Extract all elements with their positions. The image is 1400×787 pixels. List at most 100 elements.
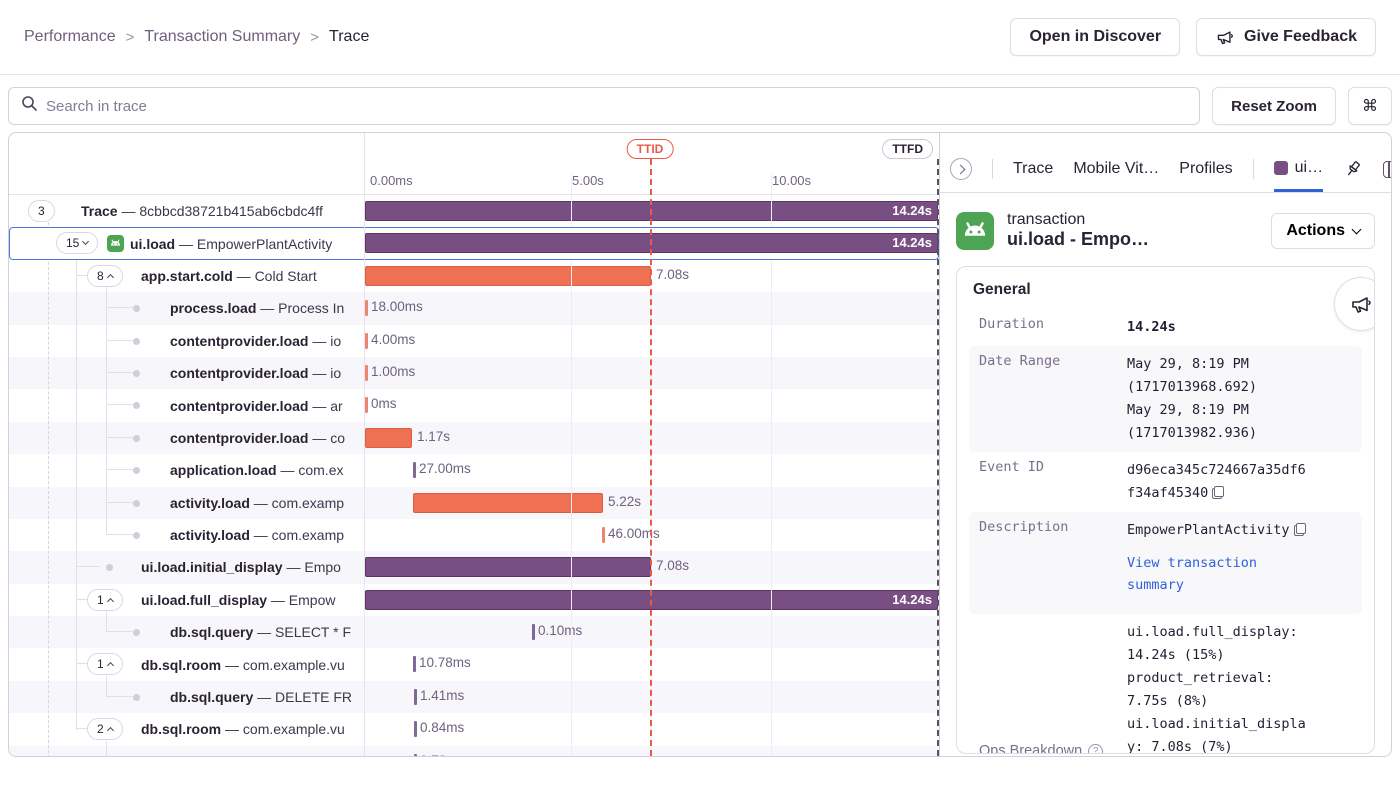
detail-value-line: y: 7.08s (7%) <box>1127 736 1354 754</box>
divider <box>1253 159 1254 179</box>
trace-row[interactable]: application.load — com.ex27.00ms <box>9 454 939 486</box>
span-tick[interactable] <box>365 397 368 413</box>
ttid-badge[interactable]: TTID <box>627 139 674 159</box>
help-icon[interactable]: ? <box>1088 744 1103 755</box>
span-count-badge[interactable]: 2 <box>87 718 123 740</box>
copy-icon[interactable] <box>1294 523 1306 536</box>
span-tick[interactable] <box>532 624 535 640</box>
timeline-gridline <box>771 173 772 756</box>
android-icon <box>956 212 994 250</box>
trace-row[interactable]: process.load — Process In18.00ms <box>9 292 939 324</box>
trace-row[interactable]: 15ui.load — EmpowerPlantActivity14.24s <box>9 227 939 259</box>
waterfall-header: 0.00ms5.00s10.00s <box>9 133 939 195</box>
topbar: Performance>Transaction Summary>Trace Op… <box>0 0 1400 75</box>
detail-row: Ops Breakdown?ui.load.full_display:14.24… <box>969 614 1362 754</box>
trace-row[interactable]: contentprovider.load — io1.00ms <box>9 357 939 389</box>
span-count-badge[interactable]: 1 <box>87 589 123 611</box>
actions-button[interactable]: Actions <box>1271 213 1375 249</box>
tree-connector <box>106 611 107 632</box>
trace-row[interactable]: activity.load — com.examp46.00ms <box>9 519 939 551</box>
trace-row[interactable]: 8app.start.cold — Cold Start7.08s <box>9 260 939 292</box>
trace-row[interactable]: db.sql.query — DELETE FR1.41ms <box>9 681 939 713</box>
trace-row[interactable]: 1db.sql.room — com.example.vu10.78ms <box>9 648 939 680</box>
detail-label: Ops Breakdown? <box>979 743 1127 754</box>
search-input[interactable] <box>46 98 1187 115</box>
trace-row[interactable]: activity.load — com.examp5.22s <box>9 487 939 519</box>
expand-panel-icon[interactable] <box>950 158 972 180</box>
transaction-titles: transaction ui.load - Empo… <box>1007 211 1258 250</box>
trace-row[interactable]: ui.load.initial_display — Empo7.08s <box>9 551 939 583</box>
tree-connector <box>106 307 133 308</box>
span-count-badge[interactable]: 3 <box>28 200 55 222</box>
span-duration-label: 27.00ms <box>419 461 471 476</box>
span-tick[interactable] <box>414 689 417 705</box>
breadcrumb-separator: > <box>126 29 135 46</box>
span-bar[interactable] <box>413 493 603 513</box>
span-duration-label: 1.17s <box>417 429 450 444</box>
chevron-down-icon <box>82 238 89 245</box>
span-tick[interactable] <box>414 754 417 756</box>
give-feedback-button[interactable]: Give Feedback <box>1196 18 1376 56</box>
detail-label: Duration <box>979 316 1127 339</box>
ttfd-marker-line <box>937 159 939 756</box>
breadcrumb: Performance>Transaction Summary>Trace <box>24 28 369 46</box>
detail-value-line: May 29, 8:19 PM <box>1127 353 1354 376</box>
span-count-badge[interactable]: 1 <box>87 653 123 675</box>
chevron-up-icon <box>107 662 114 669</box>
span-tick[interactable] <box>413 656 416 672</box>
trace-row[interactable]: db.sql.query — SELECT * F0.10ms <box>9 616 939 648</box>
span-tree-cell: ui.load.initial_display — Empo <box>9 551 364 583</box>
span-bar[interactable] <box>365 428 412 448</box>
trace-waterfall: 0.00ms5.00s10.00s 3 Trace — 8cbbcd38721b4… <box>9 133 939 756</box>
transaction-title: ui.load - Empo… <box>1007 229 1258 250</box>
tree-connector <box>106 287 107 535</box>
tab-profiles[interactable]: Profiles <box>1179 160 1232 178</box>
span-tick[interactable] <box>413 462 416 478</box>
view-transaction-summary-link[interactable]: View transactionsummary <box>1127 552 1354 598</box>
detail-value-line: EmpowerPlantActivity <box>1127 519 1354 542</box>
span-tick[interactable] <box>365 300 368 316</box>
trace-row[interactable]: db.sql.query — INSERT OR0.78ms <box>9 746 939 756</box>
copy-icon[interactable] <box>1212 486 1224 499</box>
ttfd-badge[interactable]: TTFD <box>882 139 933 159</box>
detail-value-line: f34af45340 <box>1127 482 1354 505</box>
open-in-discover-button[interactable]: Open in Discover <box>1010 18 1180 56</box>
tab-mobilevit[interactable]: Mobile Vit… <box>1073 160 1159 178</box>
breadcrumb-item[interactable]: Transaction Summary <box>144 28 300 46</box>
span-label: ui.load — EmpowerPlantActivity <box>130 236 332 252</box>
pin-icon[interactable] <box>1343 159 1363 179</box>
span-tree-dot <box>133 694 140 701</box>
detail-value-line: 7.75s (8%) <box>1127 690 1354 713</box>
details-panel: Trace Mobile Vit… Profiles ui… transaction … <box>939 133 1391 756</box>
shortcut-button[interactable]: ⌘ <box>1348 87 1392 125</box>
span-tick[interactable] <box>365 333 368 349</box>
span-duration-label: 0.78ms <box>420 753 464 756</box>
span-tree-cell: activity.load — com.examp <box>9 519 364 551</box>
reset-zoom-button[interactable]: Reset Zoom <box>1212 87 1336 125</box>
trace-row[interactable]: 1ui.load.full_display — Empow14.24s <box>9 584 939 616</box>
span-tick[interactable] <box>414 721 417 737</box>
span-count-badge[interactable]: 8 <box>87 265 123 287</box>
span-bar[interactable] <box>365 266 651 286</box>
tab-trace[interactable]: Trace <box>1013 160 1053 178</box>
trace-row[interactable]: contentprovider.load — co1.17s <box>9 422 939 454</box>
trace-row[interactable]: contentprovider.load — ar0ms <box>9 389 939 421</box>
detail-row: Date RangeMay 29, 8:19 PM(1717013968.692… <box>969 346 1362 452</box>
span-label: Trace — 8cbbcd38721b415ab6cbdc4ff <box>81 203 323 219</box>
span-tree-dot <box>133 435 140 442</box>
dock-left-icon[interactable] <box>1383 161 1391 178</box>
span-label: activity.load — com.examp <box>170 495 344 511</box>
link-line: summary <box>1127 574 1354 597</box>
span-tick[interactable] <box>602 527 605 543</box>
span-tick[interactable] <box>365 365 368 381</box>
span-count-badge[interactable]: 15 <box>56 232 98 254</box>
breadcrumb-item[interactable]: Performance <box>24 28 116 46</box>
span-bar[interactable] <box>365 557 651 577</box>
trace-row[interactable]: contentprovider.load — io4.00ms <box>9 325 939 357</box>
tab-active-span[interactable]: ui… <box>1274 159 1323 192</box>
trace-row[interactable]: 3Trace — 8cbbcd38721b415ab6cbdc4ff14.24s <box>9 195 939 227</box>
axis-tick-label: 5.00s <box>572 173 604 188</box>
trace-row[interactable]: 2db.sql.room — com.example.vu0.84ms <box>9 713 939 745</box>
general-card: General Duration14.24sDate RangeMay 29, … <box>956 266 1375 754</box>
tree-connector <box>48 222 49 756</box>
